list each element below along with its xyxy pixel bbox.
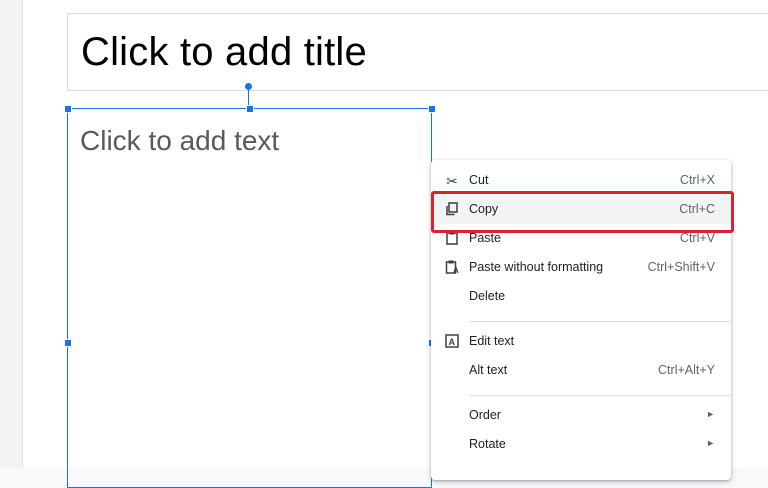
body-text-box[interactable]: Click to add text	[67, 108, 432, 488]
menu-item-label: Edit text	[469, 334, 515, 348]
menu-item-label: Cut	[469, 173, 489, 187]
menu-item-rotate[interactable]: Rotate ►	[431, 431, 731, 459]
title-placeholder-text: Click to add title	[81, 30, 367, 74]
menu-item-label: Alt text	[469, 363, 508, 377]
edit-text-icon: A	[444, 334, 460, 350]
menu-item-edit-text[interactable]: A Edit text	[431, 328, 731, 356]
scissors-icon: ✂	[446, 173, 458, 189]
menu-item-delete[interactable]: Delete	[431, 283, 731, 311]
menu-divider	[469, 395, 731, 396]
resize-handle-top-left[interactable]	[64, 105, 72, 113]
rotation-handle[interactable]	[245, 83, 252, 90]
menu-item-order[interactable]: Order ►	[431, 402, 731, 430]
menu-item-alt-text[interactable]: Alt text Ctrl+Alt+Y	[431, 357, 731, 385]
menu-item-shortcut: Ctrl+Alt+Y	[658, 363, 715, 377]
menu-item-label: Paste without formatting	[469, 260, 604, 274]
resize-handle-middle-left[interactable]	[64, 339, 72, 347]
menu-item-shortcut: Ctrl+X	[679, 173, 715, 187]
menu-item-shortcut: Ctrl+Shift+V	[647, 260, 715, 274]
copy-highlight-annotation	[431, 191, 734, 233]
body-placeholder-text: Click to add text	[80, 125, 280, 156]
submenu-arrow-icon: ►	[706, 438, 715, 448]
menu-item-label: Order	[469, 408, 501, 422]
clipboard-icon	[444, 231, 460, 247]
svg-text:A: A	[453, 266, 459, 274]
resize-handle-top-right[interactable]	[428, 105, 436, 113]
title-placeholder-box[interactable]: Click to add title	[67, 13, 768, 91]
svg-text:A: A	[449, 337, 456, 347]
resize-handle-top-center[interactable]	[246, 105, 254, 113]
menu-item-label: Paste	[469, 231, 501, 245]
menu-divider	[469, 321, 731, 322]
menu-item-label: Delete	[469, 289, 506, 303]
menu-item-label: Rotate	[469, 437, 506, 451]
menu-item-shortcut: Ctrl+V	[679, 231, 715, 245]
submenu-arrow-icon: ►	[706, 409, 715, 419]
menu-item-paste-without-formatting[interactable]: A Paste without formatting Ctrl+Shift+V	[431, 254, 731, 282]
left-canvas-gutter	[0, 0, 23, 468]
paste-plain-icon: A	[444, 260, 460, 276]
